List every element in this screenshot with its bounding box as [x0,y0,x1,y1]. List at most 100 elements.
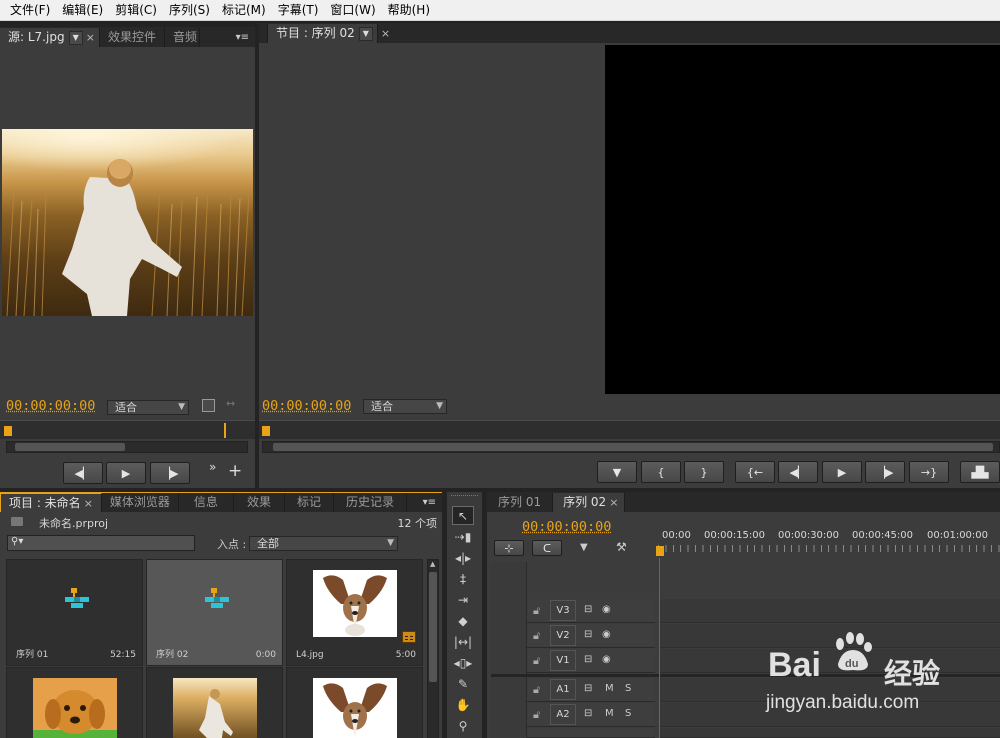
sync-lock-icon[interactable]: ⊟ [584,683,592,694]
zoom-tool[interactable]: ⚲ [452,716,474,735]
program-playhead[interactable] [262,426,270,436]
tab-source[interactable]: 源: L7.jpg ▼ × [0,28,100,47]
program-zoom-scrollbar[interactable] [262,441,1000,453]
track-lane[interactable] [659,599,1000,623]
lock-icon[interactable]: 🔓︎ [533,708,540,722]
step-forward-button[interactable]: ▕▶ [865,461,905,483]
panel-menu-icon[interactable]: ▾≡ [230,29,255,47]
eye-icon[interactable]: ◉ [602,654,611,665]
menu-clip[interactable]: 剪辑(C) [109,0,163,21]
bin-item-sequence-01[interactable]: 序列 01 52:15 [6,559,143,666]
sync-lock-icon[interactable]: ⊟ [584,629,592,640]
rolling-edit-tool[interactable]: ‡ [452,569,474,588]
wrench-icon[interactable]: ⚒ [616,540,627,554]
tab-effects[interactable]: 效果 [234,493,285,512]
mute-button[interactable]: M [605,708,614,719]
go-to-in-button[interactable]: {← [735,461,775,483]
bin-item-l4-jpg[interactable]: L4.jpg 5:00 [286,559,423,666]
track-target-a2[interactable]: A2 [550,704,576,725]
tab-effect-controls[interactable]: 效果控件 [100,28,165,47]
add-marker-icon[interactable]: ▼ [580,542,588,553]
step-forward-button[interactable]: ▕▶ [150,462,190,484]
menu-sequence[interactable]: 序列(S) [163,0,216,21]
snap-button[interactable]: ᑕ [532,540,562,556]
chevron-down-icon[interactable]: ▼ [68,31,83,45]
add-button-icon[interactable]: + [228,463,242,480]
menu-marker[interactable]: 标记(M) [216,0,272,21]
search-field[interactable]: ⚲▾ [7,535,195,551]
menu-edit[interactable]: 编辑(E) [56,0,109,21]
track-target-a1[interactable]: A1 [550,679,576,700]
tab-sequence-01[interactable]: 序列 01 [487,493,554,512]
timeline-ruler[interactable]: 00:00 00:00:15:00 00:00:30:00 00:00:45:0… [656,528,1000,558]
close-icon[interactable]: × [84,497,93,510]
panel-menu-icon[interactable]: ▾≡ [417,494,442,512]
pen-tool[interactable]: ✎ [452,674,474,693]
step-back-button[interactable]: ◀▏ [778,461,818,483]
source-timecode[interactable]: 00:00:00:00 [6,398,95,414]
sync-lock-icon[interactable]: ⊟ [584,604,592,615]
menu-help[interactable]: 帮助(H) [382,0,436,21]
close-icon[interactable]: × [609,496,618,509]
more-buttons-icon[interactable]: » [209,460,216,474]
hand-tool[interactable]: ✋ [452,695,474,714]
close-icon[interactable]: × [86,31,95,44]
source-fit-select[interactable]: 适合 ▼ [107,400,189,415]
mark-in-button[interactable]: { [641,461,681,483]
menu-title[interactable]: 字幕(T) [272,0,325,21]
drag-insert-icon[interactable]: ↔ [226,397,235,410]
source-playhead[interactable] [4,426,12,436]
in-point-select[interactable]: 全部 ▼ [249,536,398,551]
program-timecode[interactable]: 00:00:00:00 [262,398,351,414]
track-target-v3[interactable]: V3 [550,600,576,621]
go-to-out-button[interactable]: →} [909,461,949,483]
solo-button[interactable]: S [625,708,631,719]
close-icon[interactable]: × [381,25,390,43]
slide-tool[interactable]: ◂▯▸ [452,653,474,672]
rate-stretch-tool[interactable]: ⇥ [452,590,474,609]
source-zoom-scrollbar[interactable] [6,441,248,453]
program-time-ruler[interactable] [259,420,1000,439]
track-target-v2[interactable]: V2 [550,625,576,646]
tab-project[interactable]: 项目 : 未命名 × [0,493,102,512]
snap-insert-button[interactable]: ⊹ [494,540,524,556]
step-back-button[interactable]: ◀▏ [63,462,103,484]
lock-icon[interactable]: 🔓︎ [533,604,540,618]
timeline-timecode[interactable]: 00:00:00:00 [522,519,611,535]
timeline-playhead-flag[interactable] [656,546,664,556]
eye-icon[interactable]: ◉ [602,604,611,615]
lock-icon[interactable]: 🔓︎ [533,654,540,668]
bin-item-field[interactable] [146,667,283,738]
export-frame-icon[interactable] [202,399,215,412]
add-marker-button[interactable]: ▼ [597,461,637,483]
track-target-v1[interactable]: V1 [550,650,576,671]
slip-tool[interactable]: |↔| [452,632,474,651]
razor-tool[interactable]: ◆ [452,611,474,630]
mark-out-button[interactable]: } [684,461,724,483]
lift-button[interactable]: ▟▙ [960,461,1000,483]
bin-item-dog[interactable] [286,667,423,738]
tab-program[interactable]: 节目 : 序列 02 ▼ [267,24,378,43]
project-vertical-scrollbar[interactable]: ▲ [427,559,439,738]
play-button[interactable]: ▶ [822,461,862,483]
tab-markers[interactable]: 标记 [285,493,334,512]
lock-icon[interactable]: 🔓︎ [533,629,540,643]
bin-item-puppy[interactable] [6,667,143,738]
bin-item-sequence-02[interactable]: 序列 02 0:00 [146,559,283,666]
track-select-tool[interactable]: ⇢▮ [452,527,474,546]
mute-button[interactable]: M [605,683,614,694]
menu-window[interactable]: 窗口(W) [324,0,381,21]
lock-icon[interactable]: 🔓︎ [533,683,540,697]
scrollbar-thumb[interactable] [429,572,437,682]
search-input[interactable] [32,537,192,549]
tab-info[interactable]: 信息 [179,493,234,512]
menu-file[interactable]: 文件(F) [4,0,56,21]
chevron-down-icon[interactable]: ▼ [358,27,373,41]
solo-button[interactable]: S [625,683,631,694]
ripple-edit-tool[interactable]: ◂|▸ [452,548,474,567]
sync-lock-icon[interactable]: ⊟ [584,654,592,665]
scroll-up-icon[interactable]: ▲ [430,560,435,568]
eye-icon[interactable]: ◉ [602,629,611,640]
play-button[interactable]: ▶ [106,462,146,484]
scrollbar-thumb[interactable] [15,443,125,451]
